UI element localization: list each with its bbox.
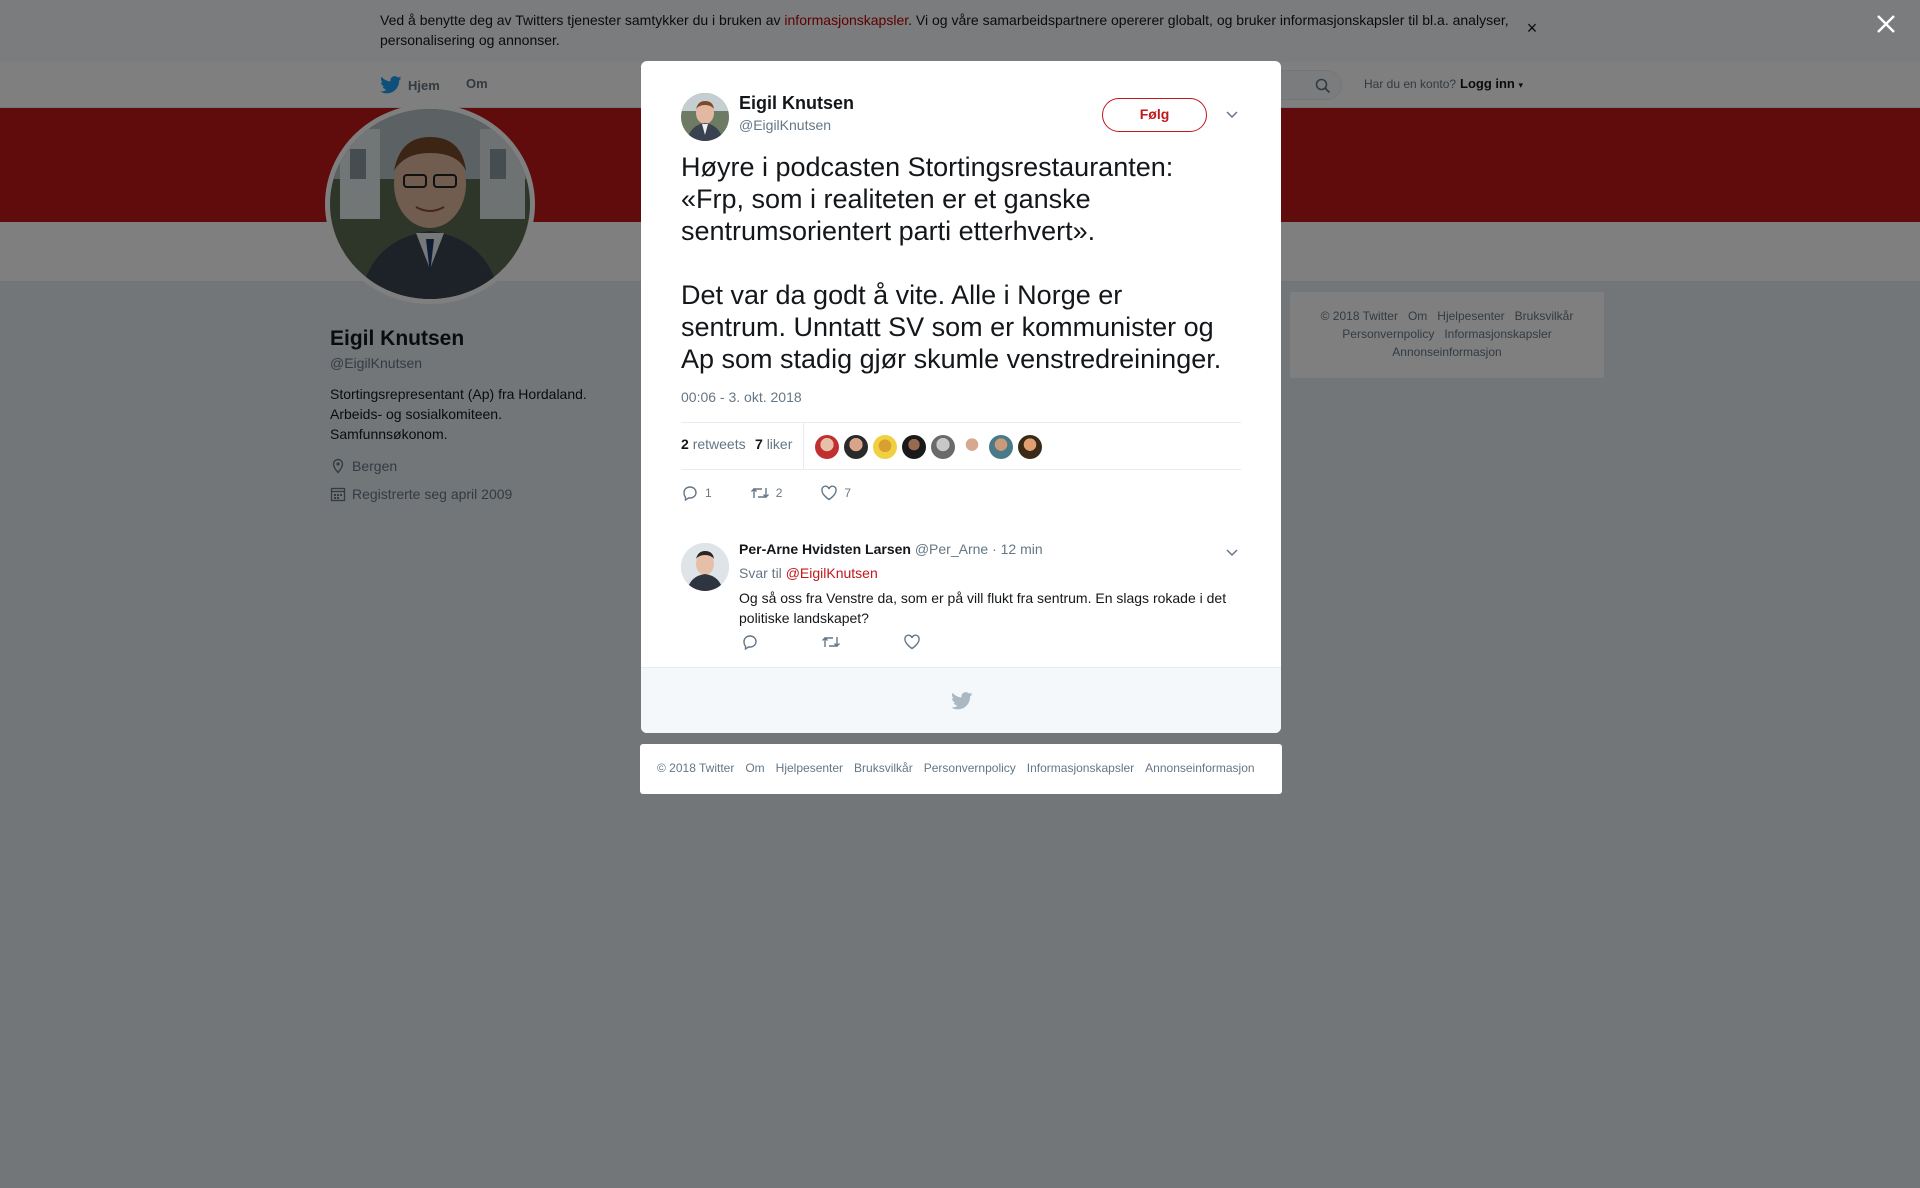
footer-link[interactable]: © 2018 Twitter [657,761,734,775]
liker-avatar[interactable] [902,435,926,459]
reply-icon [683,486,697,502]
reply-text-line: politiske landskapet? [739,610,869,626]
reply-count: 1 [705,486,712,500]
tweet-author-name[interactable]: Eigil Knutsen [739,93,854,114]
liker-avatar[interactable] [873,435,897,459]
retweet-button[interactable]: 2 [750,484,783,502]
footer-link[interactable]: Annonseinformasjon [1145,761,1254,775]
chevron-down-icon[interactable] [1223,543,1241,561]
reply-author-avatar[interactable] [681,543,729,591]
modal-bottom-footer: © 2018 Twitter Om Hjelpesenter Bruksvilkår P… [640,744,1282,794]
tweet-text-line: «Frp, som i realiteten er et ganske [681,184,1091,214]
reply-to-line: Svar til @EigilKnutsen [739,565,878,581]
chevron-down-icon[interactable] [1223,105,1241,123]
like-button[interactable]: 7 [820,484,851,502]
tweet-text-line: Ap som stadig gjør skumle venstredreinin… [681,344,1222,374]
heart-icon[interactable] [903,633,921,651]
reply-icon[interactable] [741,633,759,651]
liker-avatars [815,435,1047,459]
author-avatar-image [681,93,729,141]
reply-text: Og så oss fra Venstre da, som er på vill… [739,588,1239,628]
retweet-icon[interactable] [821,633,841,651]
footer-link[interactable]: Personvernpolicy [924,761,1016,775]
liker-avatar[interactable] [1018,435,1042,459]
liker-avatar[interactable] [815,435,839,459]
footer-link[interactable]: Om [745,761,764,775]
reply-text-line: Og så oss fra Venstre da, som er på vill… [739,590,1227,606]
retweet-count: 2 [775,486,783,500]
tweet-text: Høyre i podcasten Stortingsrestauranten:… [681,151,1251,375]
tweet-text-line [681,247,1251,279]
reply-to-handle-link[interactable]: @EigilKnutsen [786,565,878,581]
reply-author-handle[interactable]: @Per_Arne [915,541,988,557]
reply-button[interactable]: 1 [681,484,712,502]
liker-avatar[interactable] [844,435,868,459]
modal-footer [641,667,1281,733]
liker-avatar[interactable] [989,435,1013,459]
author-avatar[interactable] [681,93,729,141]
retweets-label: retweets [692,436,746,452]
liker-avatar[interactable] [931,435,955,459]
retweets-stat[interactable]: 2 retweets [681,436,746,452]
tweet-stats: 2 retweets 7 liker [681,422,1241,470]
likes-count: 7 [755,436,763,452]
tweet-text-line: sentrum. Unntatt SV som er kommunister o… [681,312,1214,342]
likes-stat[interactable]: 7 liker [755,436,792,452]
footer-link[interactable]: Hjelpesenter [776,761,843,775]
reply-author-avatar-image [681,543,729,591]
reply-tweet[interactable]: Per-Arne Hvidsten Larsen @Per_Arne · 12 … [641,527,1281,667]
reply-timestamp[interactable]: · 12 min [992,541,1043,557]
likes-label: liker [766,436,793,452]
heart-icon [821,485,838,501]
reply-to-label: Svar til [739,565,782,581]
like-count: 7 [844,486,852,500]
tweet-text-line: Høyre i podcasten Stortingsrestauranten: [681,152,1174,182]
tweet-modal: Eigil Knutsen @EigilKnutsen Følg Høyre i… [641,61,1281,733]
retweet-icon [750,488,769,498]
reply-author-name[interactable]: Per-Arne Hvidsten Larsen [739,541,911,557]
footer-link[interactable]: Bruksvilkår [854,761,913,775]
tweet-timestamp[interactable]: 00:06 - 3. okt. 2018 [681,389,802,405]
footer-link[interactable]: Informasjonskapsler [1027,761,1134,775]
tweet-text-line: sentrumsorientert parti etterhvert». [681,216,1096,246]
tweet-author-handle[interactable]: @EigilKnutsen [739,117,831,133]
twitter-bird-icon [951,692,973,710]
close-icon[interactable] [1874,12,1898,36]
liker-avatar[interactable] [960,435,984,459]
tweet-actions: 1 2 7 [681,481,889,505]
reply-actions [741,633,983,651]
reply-header: Per-Arne Hvidsten Larsen @Per_Arne · 12 … [739,541,1043,557]
follow-button[interactable]: Følg [1102,98,1207,132]
stats-divider [803,423,804,469]
tweet-text-line: Det var da godt å vite. Alle i Norge er [681,280,1123,310]
retweets-count: 2 [681,436,689,452]
